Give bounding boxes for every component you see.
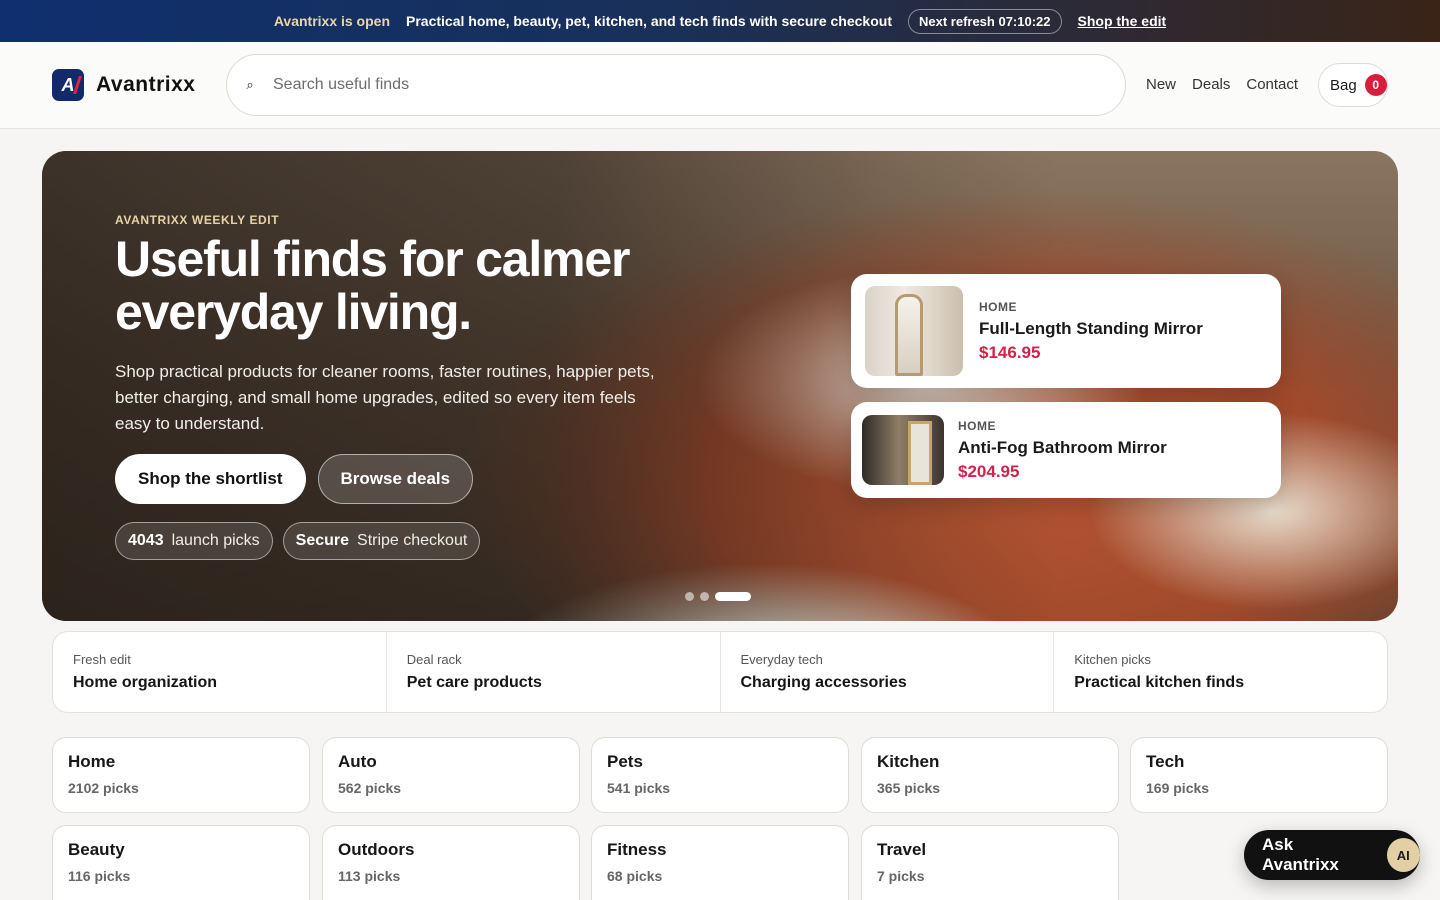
edit-title: Pet care products <box>406 674 542 691</box>
category-name: Beauty <box>68 840 125 859</box>
edit-title: Home organization <box>73 674 218 691</box>
category-card-kitchen[interactable]: Kitchen 365 picks <box>861 737 1119 813</box>
launch-picks-label: launch picks <box>171 532 260 549</box>
category-name: Auto <box>338 752 377 771</box>
hero-description: Shop practical products for cleaner room… <box>115 362 655 433</box>
product-name: Anti-Fog Bathroom Mirror <box>958 437 1167 457</box>
category-card-fitness[interactable]: Fitness 68 picks <box>591 825 849 900</box>
edit-pet-care[interactable]: Deal rack Pet care products <box>387 632 721 712</box>
product-thumbnail <box>862 415 944 485</box>
category-name: Home <box>68 752 116 771</box>
secure-label: Secure <box>295 532 350 549</box>
category-card-beauty[interactable]: Beauty 116 picks <box>52 825 310 900</box>
category-count: 116 picks <box>68 868 131 884</box>
bag-count-badge: 0 <box>1364 74 1387 96</box>
category-name: Tech <box>1146 752 1185 771</box>
category-count: 562 picks <box>338 780 402 796</box>
main-nav: New Deals Contact <box>1146 76 1298 93</box>
ask-assistant-button[interactable]: Ask Avantrixx AI <box>1244 830 1420 880</box>
category-count: 169 picks <box>1146 780 1210 796</box>
carousel-dot-active[interactable] <box>715 592 751 601</box>
refresh-countdown-badge: Next refresh 07:10:22 <box>907 8 1062 34</box>
edit-kicker: Deal rack <box>406 652 462 667</box>
carousel-dot[interactable] <box>700 592 709 601</box>
category-count: 541 picks <box>607 780 671 796</box>
carousel-dot[interactable] <box>685 592 694 601</box>
category-card-outdoors[interactable]: Outdoors 113 picks <box>322 825 580 900</box>
category-card-tech[interactable]: Tech 169 picks <box>1130 737 1388 813</box>
category-name: Kitchen <box>877 752 940 771</box>
brand-name: Avantrixx <box>96 73 196 96</box>
nav-contact[interactable]: Contact <box>1246 76 1298 93</box>
hero-stats: 4043 launch picks Secure Stripe checkout <box>115 522 715 560</box>
edits-strip: Fresh edit Home organization Deal rack P… <box>52 631 1388 713</box>
nav-new[interactable]: New <box>1146 76 1176 93</box>
category-name: Travel <box>877 840 927 859</box>
category-card-auto[interactable]: Auto 562 picks <box>322 737 580 813</box>
bag-button[interactable]: Bag 0 <box>1318 63 1388 107</box>
category-name: Outdoors <box>338 840 415 859</box>
featured-product-card[interactable]: HOME Full-Length Standing Mirror $146.95 <box>851 274 1281 388</box>
product-price: $204.95 <box>958 461 1020 481</box>
store-status: Avantrixx is open <box>273 13 390 29</box>
hero-content: AVANTRIXX WEEKLY EDIT Useful finds for c… <box>115 213 715 560</box>
bag-label: Bag <box>1330 76 1357 94</box>
ai-badge-icon: AI <box>1386 838 1420 872</box>
checkout-label: Stripe checkout <box>357 532 468 549</box>
product-category: HOME <box>958 418 996 433</box>
carousel-dots <box>685 592 751 601</box>
secure-checkout-pill: Secure Stripe checkout <box>282 522 481 560</box>
edit-kicker: Everyday tech <box>740 652 823 667</box>
hero-banner: AVANTRIXX WEEKLY EDIT Useful finds for c… <box>42 151 1398 621</box>
launch-picks-count: 4043 <box>128 532 164 549</box>
shop-shortlist-button[interactable]: Shop the shortlist <box>115 454 306 504</box>
product-name: Full-Length Standing Mirror <box>979 318 1203 338</box>
category-count: 365 picks <box>877 780 941 796</box>
category-count: 68 picks <box>607 868 663 884</box>
product-price: $146.95 <box>979 342 1041 362</box>
product-category: HOME <box>979 299 1017 314</box>
hero-eyebrow: AVANTRIXX WEEKLY EDIT <box>115 213 280 227</box>
search-icon: ⌕ <box>246 77 254 92</box>
site-header: A Avantrixx ⌕ New Deals Contact Bag 0 <box>0 42 1440 129</box>
edit-title: Charging accessories <box>740 674 907 691</box>
edit-charging-accessories[interactable]: Everyday tech Charging accessories <box>721 632 1055 712</box>
announcement-bar: Avantrixx is open Practical home, beauty… <box>0 0 1440 42</box>
category-name: Fitness <box>607 840 667 859</box>
edit-kicker: Kitchen picks <box>1074 652 1151 667</box>
product-thumbnail <box>865 286 963 376</box>
featured-product-card[interactable]: HOME Anti-Fog Bathroom Mirror $204.95 <box>851 402 1281 498</box>
category-name: Pets <box>607 752 643 771</box>
search-bar[interactable]: ⌕ <box>226 54 1126 116</box>
edit-title: Practical kitchen finds <box>1074 674 1245 691</box>
category-count: 7 picks <box>877 868 925 884</box>
launch-picks-pill: 4043 launch picks <box>115 522 273 560</box>
browse-deals-button[interactable]: Browse deals <box>317 454 474 504</box>
announcement-message: Practical home, beauty, pet, kitchen, an… <box>406 13 892 29</box>
edit-kicker: Fresh edit <box>73 652 131 667</box>
hero-cta-row: Shop the shortlist Browse deals <box>115 454 715 504</box>
shop-the-edit-link[interactable]: Shop the edit <box>1078 13 1167 29</box>
edit-home-organization[interactable]: Fresh edit Home organization <box>53 632 387 712</box>
ask-assistant-label: Ask Avantrixx <box>1262 835 1339 874</box>
logo-mark-icon: A <box>52 69 84 101</box>
search-input[interactable] <box>273 76 1093 94</box>
edit-kitchen-finds[interactable]: Kitchen picks Practical kitchen finds <box>1054 632 1387 712</box>
category-count: 113 picks <box>338 868 401 884</box>
category-card-pets[interactable]: Pets 541 picks <box>591 737 849 813</box>
hero-title: Useful finds for calmer everyday living. <box>115 231 630 340</box>
category-card-travel[interactable]: Travel 7 picks <box>861 825 1119 900</box>
category-count: 2102 picks <box>68 780 139 796</box>
logo[interactable]: A Avantrixx <box>52 69 195 101</box>
nav-deals[interactable]: Deals <box>1192 76 1230 93</box>
category-card-home[interactable]: Home 2102 picks <box>52 737 310 813</box>
